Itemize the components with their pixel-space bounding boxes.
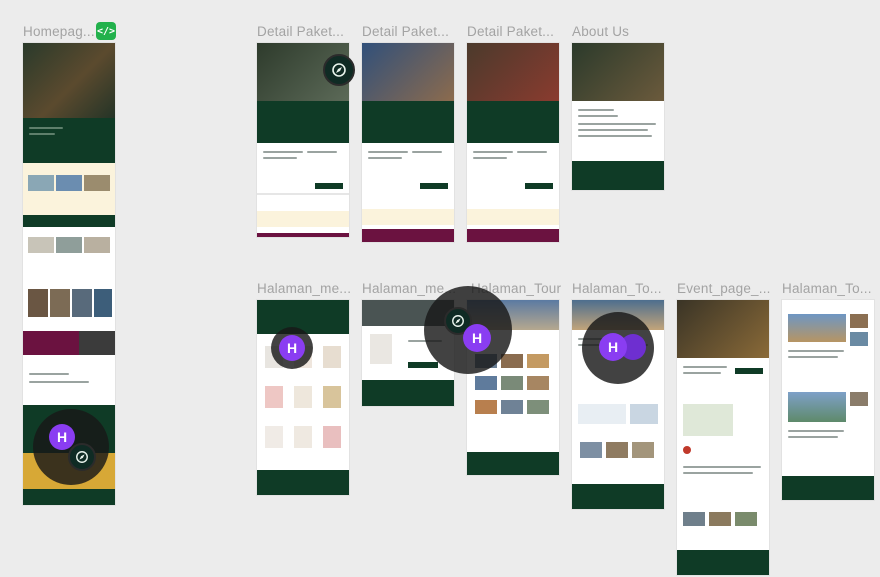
- frame-label-detail-paket-3[interactable]: Detail Paket...: [467, 24, 554, 39]
- frame-about-us[interactable]: [572, 43, 664, 190]
- frame-detail-paket-2[interactable]: [362, 43, 454, 242]
- collaborator-avatar[interactable]: H: [279, 335, 305, 361]
- frame-halaman-tour-3[interactable]: [782, 300, 874, 500]
- cta-band: [23, 215, 115, 227]
- frame-label-event-page[interactable]: Event_page_...: [677, 281, 771, 296]
- compass-logo-icon: [68, 443, 96, 471]
- frame-label-detail-paket-1[interactable]: Detail Paket...: [257, 24, 344, 39]
- collaborator-avatar[interactable]: H: [599, 333, 627, 361]
- frame-label-halaman-merch-1[interactable]: Halaman_me...: [257, 281, 351, 296]
- hero-text-panel: [23, 118, 115, 163]
- frame-detail-paket-3[interactable]: [467, 43, 559, 242]
- frame-label-halaman-tour-3[interactable]: Halaman_To...: [782, 281, 872, 296]
- collaborator-avatar[interactable]: H: [463, 324, 491, 352]
- frame-label-halaman-tour-2[interactable]: Halaman_To...: [572, 281, 662, 296]
- frame-label-homepage[interactable]: Homepag...: [23, 24, 95, 39]
- frame-event-page[interactable]: [677, 300, 769, 575]
- code-icon[interactable]: </>: [96, 22, 116, 40]
- hero-image: [23, 43, 115, 118]
- frame-label-about-us[interactable]: About Us: [572, 24, 629, 39]
- collaborator-avatar[interactable]: H: [49, 424, 75, 450]
- frame-label-detail-paket-2[interactable]: Detail Paket...: [362, 24, 449, 39]
- compass-logo-icon: [323, 54, 355, 86]
